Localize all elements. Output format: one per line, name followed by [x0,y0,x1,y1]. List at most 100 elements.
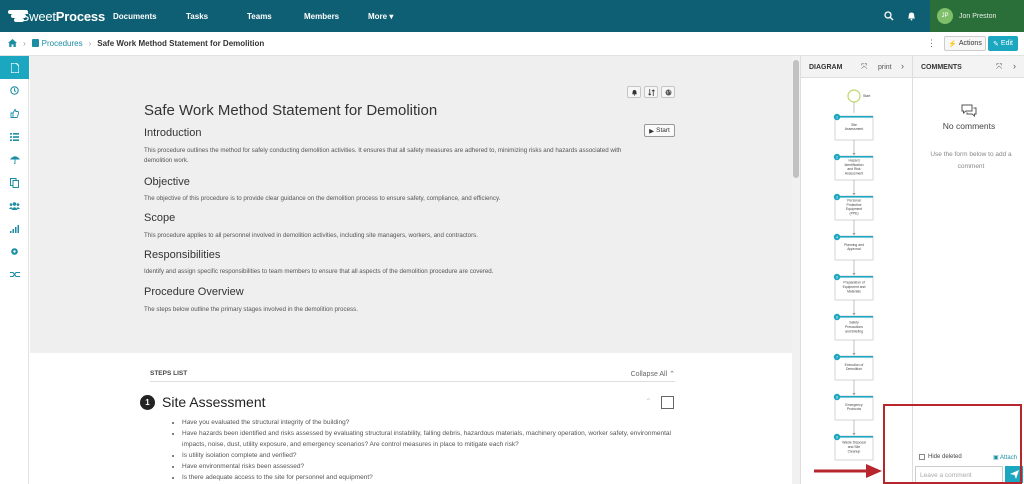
diagram-arrowhead [852,353,856,356]
expand-icon[interactable]: ⤧ [861,62,867,72]
diagram-node-accent [835,356,873,358]
nav-tasks[interactable]: Tasks [186,12,208,21]
nav-teams[interactable]: Teams [247,12,272,21]
play-icon: ▶ [649,127,655,135]
diagram-node-label: Cleanup [848,449,861,453]
diagram-node-number: 2 [836,155,838,159]
diagram-node-number: 1 [836,115,838,119]
bell-icon[interactable] [900,0,922,32]
home-icon[interactable] [8,38,17,49]
diagram-node-label: and Risk [847,167,860,171]
expand-icon[interactable]: ⤧ [996,62,1002,72]
diagram-node-label: Personal [847,198,861,202]
diagram-arrowhead [852,153,856,156]
avatar: JP [937,8,953,24]
steps-list-header: STEPS LIST Collapse All ⌃ [150,368,675,382]
diagram-node-number: 7 [836,355,838,359]
collapse-all-label: Collapse All [630,371,668,378]
print-button[interactable]: print [878,64,892,71]
chevron-right-icon: › [23,39,26,48]
sidebar-stats[interactable] [0,217,29,240]
bell-icon[interactable] [627,86,641,98]
document-icon [10,62,19,73]
list-item: Is utility isolation complete and verifi… [182,450,682,461]
main-scrollbar[interactable] [792,56,800,484]
sidebar-umbrella[interactable] [0,148,29,171]
sidebar-flow[interactable] [0,263,29,286]
no-comments-title: No comments [942,121,996,131]
sidebar-approvals[interactable] [0,102,29,125]
chevron-right-icon: › [88,39,92,48]
diagram-node-label: Identification [844,163,863,167]
step-complete-checkbox[interactable] [661,396,674,409]
users-icon [9,201,20,210]
chevron-up-icon: ⌃ [669,371,675,378]
diagram-node-label: Assessment [845,127,864,131]
steps-list-label: STEPS LIST [150,370,188,377]
diagram-node-accent [835,396,873,398]
sidebar-history[interactable] [0,79,29,102]
main-content: Safe Work Method Statement for Demolitio… [30,56,792,484]
scrollbar-thumb[interactable] [793,60,799,178]
list-item: Have environmental risks been assessed? [182,461,682,472]
list-item: Have you evaluated the structural integr… [182,417,682,428]
globe-icon[interactable] [661,86,675,98]
step-title[interactable]: Site Assessment [162,394,266,410]
comments-title: COMMENTS [921,64,962,71]
diagram-node-accent [835,196,873,198]
nav-more[interactable]: More ▾ [368,12,393,21]
diagram-arrowhead [852,233,856,236]
bolt-icon: ⚡ [948,40,957,48]
diagram-node-label: Demolition [846,367,862,371]
diagram-node-label: and Site [848,445,861,449]
sidebar-copies[interactable] [0,171,29,194]
diagram-node-label: Waste Disposal [842,441,866,445]
sidebar-users[interactable] [0,194,29,217]
chevron-right-icon[interactable]: › [1013,61,1016,71]
diagram-node-label: (PPE) [849,212,858,216]
logo-text-process: Process [55,8,105,24]
heading-objective: Objective [144,176,190,188]
edit-button[interactable]: ✎ Edit [988,36,1018,51]
diagram-node-number: 8 [836,395,838,399]
sweetprocess-logo[interactable]: SweetProcess [0,9,105,24]
chevron-right-icon[interactable]: › [901,61,904,71]
sidebar-document[interactable] [0,56,29,79]
breadcrumb-procedures[interactable]: Procedures [42,39,83,48]
page-title: Safe Work Method Statement for Demolitio… [144,102,438,119]
diagram-node-label: Protective [846,203,861,207]
actions-label: Actions [958,40,982,47]
heading-responsibilities: Responsibilities [144,249,221,261]
search-icon[interactable] [878,0,900,32]
nav-more-label: More [368,12,388,21]
more-vertical-icon[interactable]: ⋮ [927,38,936,49]
no-comments-hint: Use the form below to add a comment [930,151,1012,170]
sidebar-settings[interactable] [0,240,29,263]
diagram-node-accent [835,436,873,438]
diagram-node-label: Emergency [845,403,862,407]
actions-button[interactable]: ⚡ Actions [944,36,986,51]
chevron-up-icon[interactable]: ⌃ [645,397,652,406]
sort-icon[interactable] [644,86,658,98]
diagram-arrowhead [852,433,856,436]
sidebar-list[interactable] [0,125,29,148]
nav-documents[interactable]: Documents [113,12,157,21]
diagram-node-label: Safety [849,321,859,325]
user-menu[interactable]: JP Jon Preston [930,0,1024,32]
diagram-node-number: 5 [836,275,838,279]
diagram-node-label: Precautions [845,325,863,329]
diagram-node-label: Approval [847,247,861,251]
diagram-node-number: 9 [836,435,838,439]
diagram-node-label: Hazard [849,158,860,162]
nav-members[interactable]: Members [304,12,339,21]
diagram-node-label: Protocols [847,407,861,411]
top-navbar: SweetProcess Documents Tasks Teams Membe… [0,0,1024,32]
diagram-node-accent [835,316,873,318]
start-button[interactable]: ▶ Start [644,124,675,137]
document-icon [31,38,39,49]
diagram-node-label: Planning and [844,243,864,247]
collapse-all-button[interactable]: Collapse All ⌃ [631,370,675,378]
text-introduction: This procedure outlines the method for s… [144,147,622,164]
diagram-node-accent [835,116,873,118]
clock-icon [10,86,19,95]
